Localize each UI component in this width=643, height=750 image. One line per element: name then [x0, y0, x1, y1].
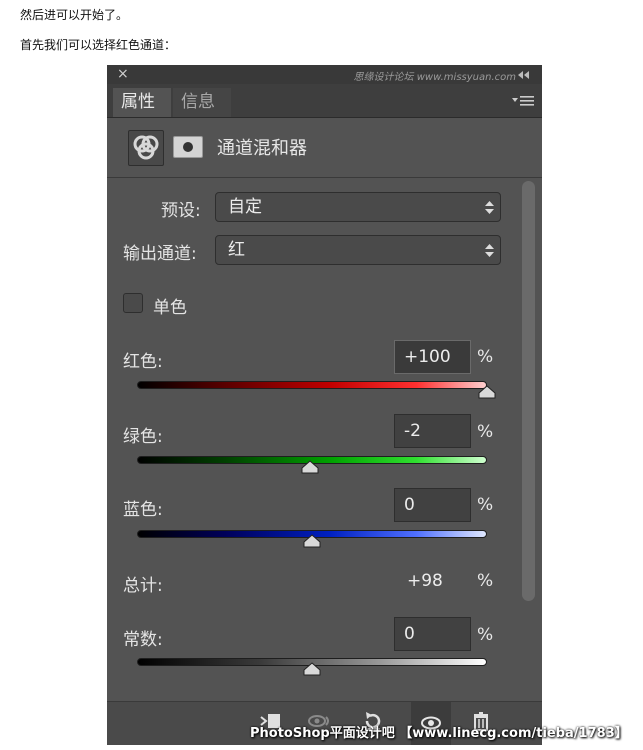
- red-slider-track[interactable]: [137, 381, 487, 389]
- top-watermark: 思缘设计论坛 www.missyuan.com: [353, 72, 516, 83]
- panel-menu-icon[interactable]: [512, 95, 534, 107]
- bottom-watermark: PhotoShop平面设计吧 【www.linecg.com/tieba/178…: [250, 726, 628, 741]
- green-label: 绿色:: [123, 427, 163, 447]
- preset-select[interactable]: 自定: [215, 192, 501, 222]
- constant-value-input[interactable]: 0: [394, 617, 471, 651]
- preset-label: 预设:: [161, 201, 201, 221]
- article-text-line-2: 首先我们可以选择红色通道：: [20, 38, 177, 52]
- red-percent: %: [477, 347, 494, 367]
- red-value-input[interactable]: +100: [394, 340, 471, 374]
- panel-tabbar: 属性 信息: [107, 84, 542, 118]
- total-percent: %: [477, 571, 494, 591]
- blue-label: 蓝色:: [123, 500, 163, 520]
- tab-info[interactable]: 信息: [173, 88, 231, 117]
- blue-percent: %: [477, 495, 494, 515]
- constant-slider-thumb[interactable]: [303, 662, 321, 676]
- select-arrows-icon: [485, 201, 494, 214]
- properties-panel: × 思缘设计论坛 www.missyuan.com 属性 信息 通道混和器 预设…: [107, 65, 542, 745]
- monochrome-label: 单色: [153, 298, 187, 318]
- blue-value-input[interactable]: 0: [394, 488, 471, 522]
- green-value-input[interactable]: -2: [394, 414, 471, 448]
- channel-mixer-icon[interactable]: [128, 130, 164, 166]
- layer-mask-icon[interactable]: [173, 136, 203, 158]
- total-label: 总计:: [123, 576, 163, 596]
- monochrome-checkbox[interactable]: [123, 293, 143, 313]
- preset-value: 自定: [228, 197, 262, 217]
- constant-percent: %: [477, 625, 494, 645]
- adjustment-title: 通道混和器: [217, 138, 307, 159]
- adjustment-header: 通道混和器: [107, 118, 542, 178]
- red-slider-thumb[interactable]: [478, 385, 496, 399]
- collapse-icon[interactable]: [518, 70, 532, 80]
- select-arrows-icon: [485, 244, 494, 257]
- constant-label: 常数:: [123, 630, 163, 650]
- close-icon[interactable]: ×: [117, 66, 129, 82]
- panel-titlebar: × 思缘设计论坛 www.missyuan.com: [107, 65, 542, 84]
- header-divider: [107, 177, 542, 178]
- green-percent: %: [477, 422, 494, 442]
- tab-properties[interactable]: 属性: [113, 88, 171, 117]
- article-text-line-1: 然后进可以开始了。: [20, 8, 129, 22]
- output-channel-label: 输出通道:: [123, 244, 197, 264]
- green-slider-thumb[interactable]: [301, 460, 319, 474]
- red-label: 红色:: [123, 352, 163, 372]
- output-channel-value: 红: [228, 240, 245, 260]
- total-value: +98: [407, 571, 443, 591]
- scrollbar[interactable]: [522, 181, 535, 601]
- output-channel-select[interactable]: 红: [215, 235, 501, 265]
- blue-slider-thumb[interactable]: [303, 534, 321, 548]
